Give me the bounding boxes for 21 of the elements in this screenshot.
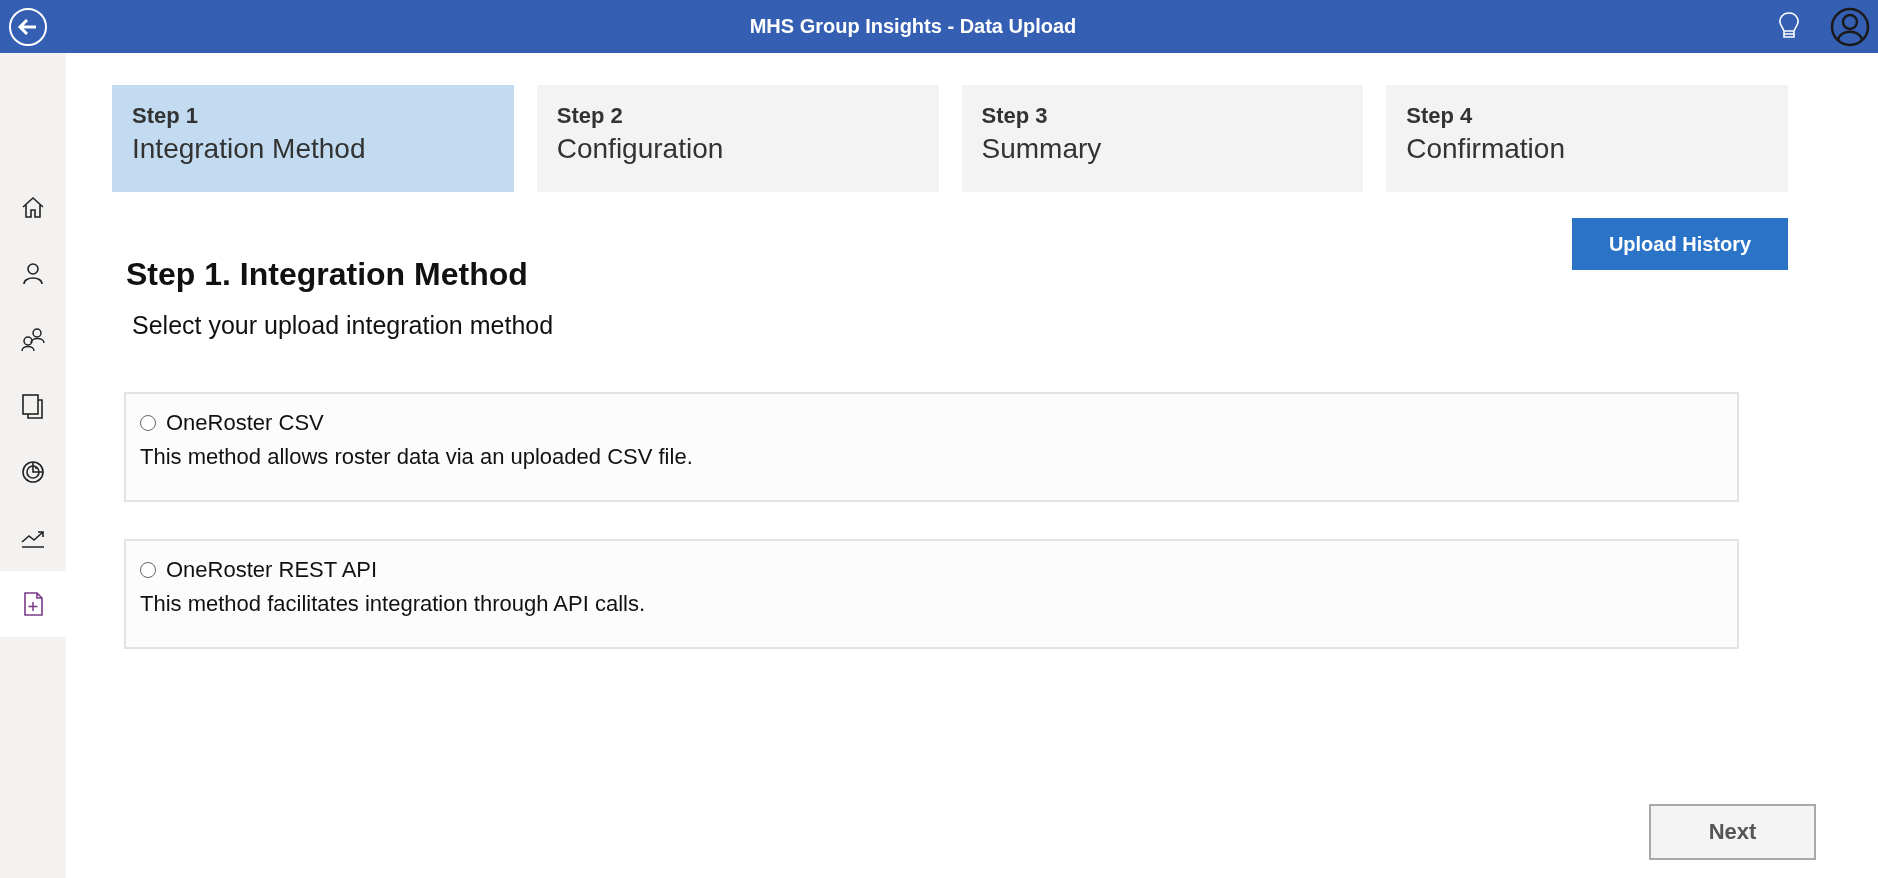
option-description: This method facilitates integration through API calls. (140, 591, 647, 617)
people-icon (20, 327, 46, 353)
radar-icon (20, 459, 46, 485)
step-tab[interactable]: Step 3 Summary (961, 85, 1364, 192)
upload-history-button[interactable]: Upload History (1572, 218, 1788, 270)
radio-button[interactable] (140, 415, 156, 431)
pages-icon (20, 393, 46, 419)
step-tab[interactable]: Step 1 Integration Method (112, 85, 514, 192)
person-icon (20, 261, 46, 287)
option-title: OneRoster CSV (166, 410, 324, 436)
user-avatar-icon[interactable] (1830, 6, 1870, 47)
home-icon (20, 195, 46, 221)
sidebar-item[interactable] (0, 571, 66, 637)
option-title: OneRoster REST API (166, 557, 378, 583)
option-description: This method allows roster data via an uploaded CSV file. (140, 444, 694, 470)
section-heading: Step 1. Integration Method (126, 256, 529, 293)
app-title: MHS Group Insights - Data Upload (748, 15, 1078, 38)
radio-button[interactable] (140, 562, 156, 578)
step-tab[interactable]: Step 4 Confirmation (1386, 85, 1788, 192)
step-tab[interactable]: Step 2 Configuration (536, 85, 939, 192)
section-subtitle: Select your upload integration method (132, 311, 555, 340)
